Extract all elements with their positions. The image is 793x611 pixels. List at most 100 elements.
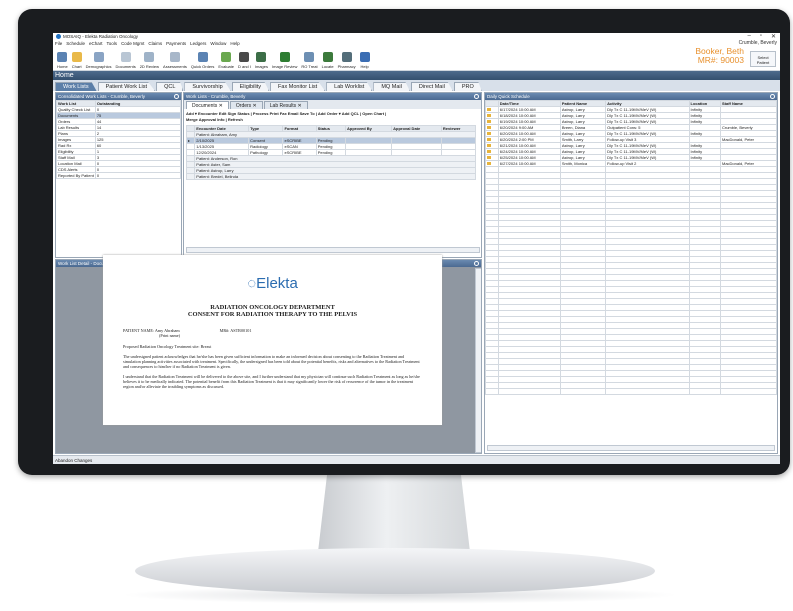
main-tab-4[interactable]: Eligibility	[231, 82, 270, 91]
group-header[interactable]: Patient: Bredel, Belinda	[194, 173, 476, 180]
menu-item-1[interactable]: Schedule	[66, 41, 85, 46]
monitor-stand-neck	[318, 474, 470, 552]
toolbar-button-12[interactable]: Locate	[320, 47, 336, 71]
toolbar-button-5[interactable]: Assessments	[161, 47, 189, 71]
close-icon[interactable]: ✕	[296, 103, 302, 109]
collapse-icon[interactable]	[770, 94, 775, 99]
collapse-icon[interactable]	[174, 94, 179, 99]
tab-label: Lab Results	[269, 103, 297, 109]
horizontal-scrollbar[interactable]	[487, 445, 775, 451]
menu-item-0[interactable]: File	[55, 41, 62, 46]
schedule-title: Daily Quick Schedule	[487, 94, 530, 99]
main-tab-3[interactable]: Survivorship	[184, 82, 231, 91]
toolbar-label: Documents	[115, 64, 136, 69]
restore-icon[interactable]: ▫	[760, 33, 762, 40]
worklist-tab-0[interactable]: Documents ✕	[186, 101, 229, 109]
table-cell: Quality Check List	[56, 106, 96, 113]
toolbar-icon	[144, 52, 155, 62]
action-toolbar-2[interactable]: Merge Approval Info | Refresh	[186, 117, 479, 123]
toolbar-label: 2D Review	[139, 64, 160, 69]
consent-paragraph-2: I understand that the Radiation Treatmen…	[123, 374, 420, 389]
worklist-tab-2[interactable]: Lab Results ✕	[263, 101, 308, 109]
toolbar-button-6[interactable]: Quick Orders	[189, 47, 217, 71]
toolbar-button-1[interactable]: Chart	[70, 47, 84, 71]
daily-quick-schedule-panel: Daily Quick Schedule Date/Time Patient Na…	[484, 92, 778, 454]
toolbar-label: Demographics	[85, 64, 112, 69]
main-tab-9[interactable]: PRO	[453, 82, 482, 91]
horizontal-scrollbar[interactable]	[186, 247, 480, 253]
main-tab-5[interactable]: Fax Monitor List	[270, 82, 326, 91]
collapse-icon[interactable]	[474, 94, 479, 99]
close-icon[interactable]: ✕	[771, 33, 776, 40]
minimize-icon[interactable]: –	[747, 33, 750, 40]
toolbar-label: D and I	[237, 64, 251, 69]
schedule-table: Date/Time Patient Name Activity Location Sta…	[485, 100, 777, 395]
table-row[interactable]: 6/20/2024 2:00 PM Smith, Larry Follow-up V…	[485, 136, 777, 143]
worklist-tab-1[interactable]: Orders ✕	[229, 101, 263, 109]
table-row[interactable]: 6/27/2024 10:00 AM Smith, Monica Follow-up…	[485, 160, 777, 167]
documents-table: Encounter Date Type Format Status Approved B…	[185, 125, 477, 180]
toolbar-button-9[interactable]: Images	[253, 47, 270, 71]
toolbar-button-0[interactable]: Home	[55, 47, 70, 71]
table-row[interactable]: 6/20/2024 9:00 AM Breen, Diana Outpatient …	[485, 124, 777, 131]
toolbar-button-8[interactable]: D and I	[236, 47, 253, 71]
main-tab-6[interactable]: Lab Worklist	[326, 82, 373, 91]
menu-item-7[interactable]: Ledgers	[190, 41, 206, 46]
menu-item-8[interactable]: Window	[210, 41, 226, 46]
toolbar-button-13[interactable]: Pharmacy	[336, 47, 358, 71]
toolbar-button-14[interactable]: Help	[358, 47, 372, 71]
patient-banner: Booker, Beth MR#: 90003	[695, 47, 744, 65]
tab-label: Documents	[192, 103, 218, 109]
toolbar-icon	[279, 52, 290, 62]
treatment-site-line: Proposed Radiation Oncology Treatment si…	[123, 344, 212, 349]
main-tab-7[interactable]: MQ Mail	[373, 82, 410, 91]
print-name-label: (Print name)	[159, 333, 181, 338]
consolidated-work-lists-panel: Consolidated Work Lists - Crumble, Bever…	[55, 92, 182, 258]
main-tab-1[interactable]: Patient Work List	[97, 82, 156, 91]
table-cell: 0	[94, 172, 181, 179]
toolbar-icon	[256, 52, 267, 62]
toolbar-icon	[197, 52, 208, 62]
close-icon[interactable]: ✕	[217, 103, 223, 109]
toolbar-label: Help	[360, 64, 369, 69]
close-icon[interactable]: ✕	[251, 103, 257, 109]
menu-item-3[interactable]: Tools	[107, 41, 118, 46]
toolbar-button-3[interactable]: Documents	[113, 47, 137, 71]
consolidated-title: Consolidated Work Lists - Crumble, Bever…	[58, 94, 145, 99]
toolbar-label: Assessments	[163, 64, 187, 69]
table-row[interactable]: Reported By Patient 0	[56, 172, 181, 179]
main-tab-0[interactable]: Work Lists	[55, 82, 97, 91]
toolbar-label: Chart	[71, 64, 82, 69]
collapse-icon[interactable]	[474, 261, 479, 266]
menu-item-2[interactable]: eChart	[89, 41, 103, 46]
menu-item-5[interactable]: Claims	[148, 41, 162, 46]
app-logo-icon	[56, 34, 61, 39]
consent-document: ◌Elekta RADIATION ONCOLOGY DEPARTMENT CO…	[103, 255, 442, 425]
toolbar-icon	[93, 52, 104, 62]
table-row[interactable]: Patient: Bredel, Belinda	[185, 173, 476, 180]
toolbar-button-4[interactable]: 2D Review	[138, 47, 161, 71]
menu-item-4[interactable]: Code Mgmt	[121, 41, 144, 46]
toolbar-icon	[239, 52, 250, 62]
toolbar-button-10[interactable]: Image Review	[270, 47, 299, 71]
vertical-scrollbar[interactable]	[475, 268, 481, 453]
toolbar-button-11[interactable]: RO Treat	[299, 47, 319, 71]
menu-item-6[interactable]: Payments	[166, 41, 186, 46]
mr-line: MR#: ASTR00101	[219, 328, 252, 333]
toolbar-button-2[interactable]: Demographics	[84, 47, 114, 71]
tab-label: Orders	[235, 103, 252, 109]
work-lists-title: Work Lists - Crumble, Beverly	[186, 94, 246, 99]
toolbar-button-7[interactable]: Evaluate	[216, 47, 236, 71]
elekta-logo-icon: ◌	[247, 275, 257, 292]
main-tab-8[interactable]: Direct Mail	[410, 82, 453, 91]
main-tabs: Work Lists Patient Work List QCL Survivorsh…	[53, 80, 780, 91]
app-window: MOSAIQ - Elekta Radiation Oncology – ▫ ✕…	[53, 33, 780, 464]
main-tab-2[interactable]: QCL	[156, 82, 184, 91]
table-cell: Reported By Patient	[56, 172, 96, 179]
menu-item-9[interactable]: Help	[230, 41, 239, 46]
worklist-tabs: Documents ✕ Orders ✕ Lab Results ✕	[184, 100, 481, 109]
consolidated-table: Work List Outstanding Quality Check List 0 D…	[56, 100, 181, 179]
select-patient-button[interactable]: Select Patient	[750, 51, 776, 67]
home-header: Home	[53, 71, 780, 80]
department-heading: RADIATION ONCOLOGY DEPARTMENT	[210, 304, 335, 311]
